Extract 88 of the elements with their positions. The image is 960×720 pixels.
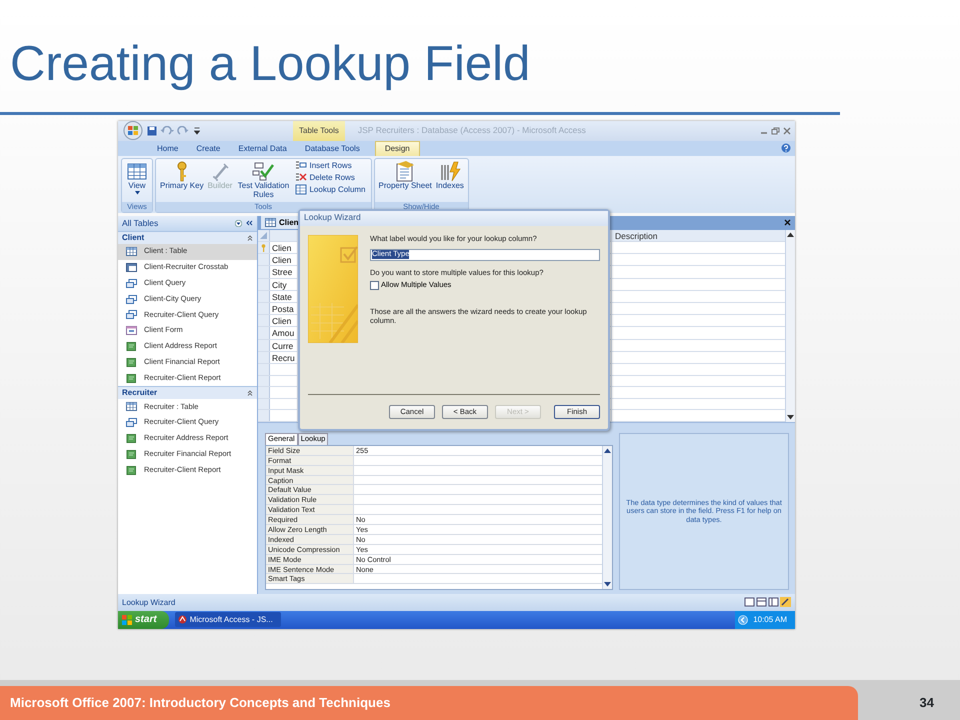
ribbon-tab[interactable]: External Data — [229, 140, 296, 156]
scrollbar[interactable] — [785, 230, 795, 422]
ribbon-button[interactable]: Indexes — [434, 160, 465, 192]
report-icon — [126, 434, 137, 444]
report-icon — [126, 466, 137, 475]
flowchart-check-icon — [252, 160, 274, 182]
view-icon[interactable] — [744, 597, 755, 608]
slide-title: Creating a Lookup Field — [10, 38, 532, 92]
delete-rows-icon — [295, 172, 308, 183]
row-selector[interactable] — [258, 327, 270, 339]
collapse-icon[interactable] — [246, 220, 253, 226]
contextual-tab-label: Table Tools — [293, 120, 345, 141]
dialog-title: Lookup Wizard — [300, 210, 608, 226]
start-button[interactable]: start — [118, 610, 169, 629]
ribbon-tab[interactable]: Home — [148, 140, 188, 156]
row-selector[interactable] — [258, 254, 270, 266]
collapse-icon[interactable] — [247, 234, 253, 241]
report-icon — [126, 342, 137, 352]
ribbon-button[interactable]: Delete Rows — [293, 172, 368, 183]
footer-text: Microsoft Office 2007: Introductory Concepts and Techniques — [10, 694, 390, 712]
row-selector[interactable] — [258, 398, 270, 410]
app-icon — [178, 615, 187, 624]
insert-rows-icon — [295, 160, 308, 171]
scroll-up-icon — [604, 448, 611, 453]
restore-icon[interactable] — [771, 126, 780, 135]
ribbon-button[interactable]: Insert Rows — [293, 160, 368, 171]
close-icon[interactable] — [783, 126, 791, 135]
row-selector[interactable] — [258, 315, 270, 326]
row-selector[interactable] — [258, 278, 270, 290]
customize-toolbar-icon[interactable] — [194, 126, 200, 135]
lightning-icon — [438, 160, 461, 182]
query-icon — [126, 418, 137, 428]
office-button[interactable] — [122, 121, 144, 140]
nav-group-header[interactable]: Recruiter — [122, 388, 158, 398]
ribbon-button[interactable]: View — [125, 160, 149, 196]
row-selector[interactable] — [258, 410, 270, 421]
grid-icon — [295, 184, 308, 195]
nav-group-header[interactable]: Client — [122, 233, 144, 242]
close-icon[interactable] — [784, 219, 791, 226]
row-selector[interactable] — [258, 340, 270, 351]
collapse-icon[interactable] — [247, 390, 253, 396]
column-header: Description — [614, 230, 659, 242]
ribbon-tab[interactable]: Create — [187, 140, 230, 156]
report-icon — [126, 374, 137, 383]
ribbon-button[interactable]: Lookup Column — [293, 184, 368, 195]
row-selector[interactable] — [258, 352, 270, 363]
windows-logo-icon — [122, 614, 132, 625]
report-icon — [126, 358, 137, 367]
row-selector[interactable] — [258, 387, 270, 398]
query-icon — [126, 278, 137, 288]
scroll-down-icon — [604, 582, 611, 587]
row-selector[interactable] — [258, 242, 270, 254]
ribbon-button[interactable]: Primary Key — [159, 160, 205, 192]
ribbon-tab[interactable]: Design — [374, 140, 420, 156]
taskbar-button[interactable]: Microsoft Access - JS... — [174, 612, 281, 628]
expand-tray-icon[interactable] — [738, 614, 748, 625]
scrollbar[interactable] — [602, 446, 612, 589]
crosstab-icon — [126, 263, 137, 272]
clock: 10:05 AM — [753, 615, 787, 624]
grid-icon — [126, 160, 148, 182]
window-title: JSP Recruiters : Database (Access 2007) - Microsoft Access — [358, 126, 587, 136]
dropdown-icon[interactable] — [235, 220, 242, 227]
ribbon-tab[interactable]: Database Tools — [296, 140, 369, 156]
sheet-icon — [394, 160, 416, 182]
query-icon — [126, 294, 137, 304]
select-all-icon[interactable] — [260, 232, 267, 239]
scroll-down-icon — [787, 414, 794, 420]
key-icon — [261, 244, 266, 252]
view-icon[interactable] — [780, 597, 791, 608]
help-icon[interactable] — [781, 142, 791, 153]
row-selector[interactable] — [258, 376, 270, 386]
report-icon — [126, 450, 137, 459]
table-icon — [126, 247, 137, 256]
save-icon[interactable] — [147, 126, 157, 136]
status-text: Lookup Wizard — [122, 598, 176, 607]
table-icon — [265, 218, 276, 228]
row-selector[interactable] — [258, 303, 270, 314]
row-selector[interactable] — [258, 266, 270, 278]
row-selector[interactable] — [258, 364, 270, 375]
ribbon-button[interactable]: Property Sheet — [378, 160, 433, 192]
row-selector[interactable] — [258, 290, 270, 302]
form-icon — [126, 326, 137, 336]
table-icon — [126, 402, 137, 412]
query-icon — [126, 310, 137, 320]
view-icon[interactable] — [768, 597, 779, 608]
view-icon[interactable] — [756, 597, 767, 608]
ribbon-button[interactable]: Test Validation Rules — [235, 160, 292, 200]
page-number: 34 — [920, 694, 934, 712]
